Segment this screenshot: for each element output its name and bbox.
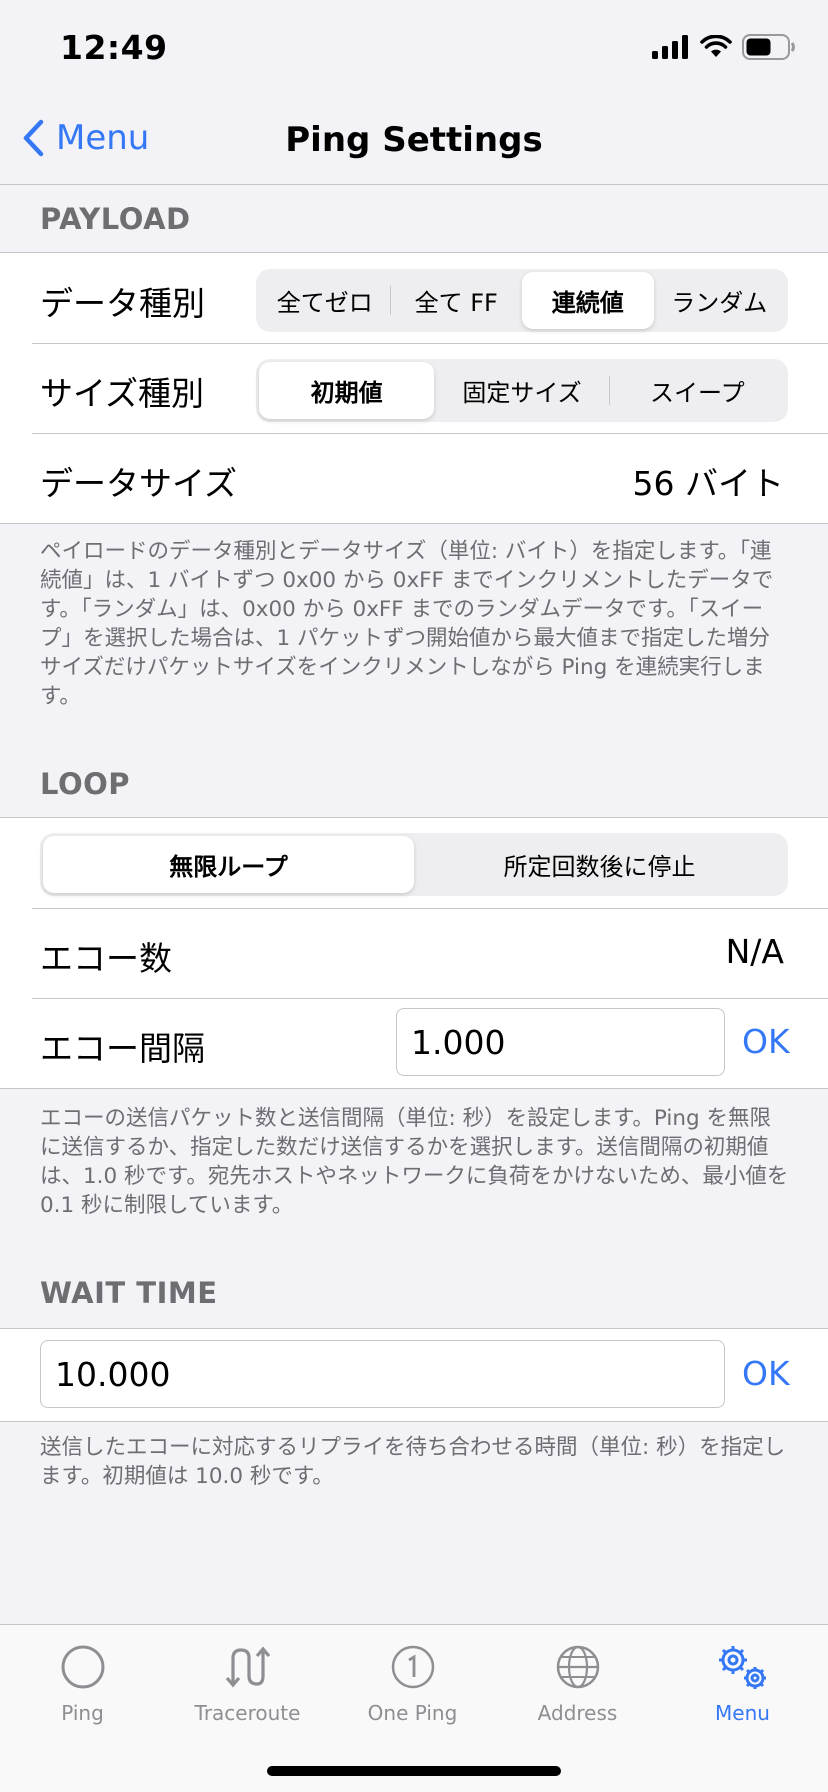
data-size-value: 56 バイト	[632, 464, 784, 503]
wait-time-section-header: WAIT TIME	[40, 1276, 218, 1310]
data-size-label: データサイズ	[40, 464, 238, 503]
tab-address[interactable]: Address	[495, 1641, 660, 1725]
wifi-icon	[700, 35, 732, 57]
size-type-option-default[interactable]: 初期値	[259, 362, 435, 419]
echo-count-row[interactable]: エコー数 N/A	[0, 908, 828, 998]
gears-icon	[718, 1646, 766, 1689]
loop-option-stop-after-count[interactable]: 所定回数後に停止	[414, 836, 785, 893]
echo-interval-row: エコー間隔 1.000 OK	[0, 998, 828, 1088]
status-time: 12:49	[60, 28, 168, 67]
loop-section-header: LOOP	[40, 767, 131, 801]
data-type-option-sequential[interactable]: 連続値	[522, 272, 654, 329]
traceroute-icon	[225, 1646, 270, 1688]
size-type-option-fixed[interactable]: 固定サイズ	[434, 362, 610, 419]
status-icons	[652, 34, 796, 60]
data-type-option-random[interactable]: ランダム	[654, 272, 786, 329]
globe-icon	[556, 1645, 599, 1689]
wait-time-group: 10.000 OK	[0, 1328, 828, 1422]
wait-time-footer-text: 送信したエコーに対応するリプライを待ち合わせる時間（単位: 秒）を指定します。初…	[40, 1435, 786, 1489]
data-type-label: データ種別	[40, 284, 205, 323]
tab-one-ping-label: One Ping	[367, 1701, 458, 1725]
status-bar: 12:49	[0, 0, 828, 100]
echo-interval-label: エコー間隔	[40, 1029, 205, 1068]
size-type-label: サイズ種別	[40, 374, 205, 413]
loop-group: 無限ループ 所定回数後に停止 エコー数 N/A エコー間隔 1.000 OK	[0, 817, 828, 1089]
echo-interval-ok-button[interactable]: OK	[742, 1022, 790, 1061]
tab-ping-label: Ping	[61, 1701, 104, 1725]
wait-time-ok-button[interactable]: OK	[742, 1354, 790, 1393]
echo-interval-input[interactable]: 1.000	[396, 1008, 725, 1076]
data-type-option-all-ff[interactable]: 全て FF	[391, 272, 523, 329]
circle-icon	[61, 1645, 104, 1689]
cellular-signal-icon	[652, 35, 688, 59]
wait-time-input[interactable]: 10.000	[40, 1340, 725, 1408]
navigation-bar: Menu Ping Settings	[0, 100, 828, 185]
payload-group: データ種別 全てゼロ 全て FF 連続値 ランダム サイズ種別 初期値 固定サイ…	[0, 252, 828, 524]
data-size-row[interactable]: データサイズ 56 バイト	[0, 433, 828, 523]
battery-icon	[742, 34, 795, 60]
payload-footer-text: ペイロードのデータ種別とデータサイズ（単位: バイト）を指定します。「連続値」は…	[40, 539, 774, 709]
tab-ping[interactable]: Ping	[0, 1641, 165, 1725]
loop-option-infinite[interactable]: 無限ループ	[43, 836, 414, 893]
one-ping-icon	[391, 1645, 434, 1689]
tab-traceroute[interactable]: Traceroute	[165, 1641, 330, 1725]
tab-menu-label: Menu	[715, 1701, 770, 1725]
size-type-segmented-control[interactable]: 初期値 固定サイズ スイープ	[256, 359, 788, 422]
page-title: Ping Settings	[285, 120, 543, 160]
wait-time-row: 10.000 OK	[0, 1329, 828, 1421]
loop-footer-text: エコーの送信パケット数と送信間隔（単位: 秒）を設定します。Ping を無限に送…	[40, 1106, 789, 1218]
tab-traceroute-label: Traceroute	[194, 1701, 301, 1725]
tab-menu[interactable]: Menu	[660, 1641, 825, 1725]
home-indicator	[267, 1766, 561, 1776]
tab-one-ping[interactable]: One Ping	[330, 1641, 495, 1725]
echo-count-value: N/A	[725, 932, 784, 971]
loop-mode-row: 無限ループ 所定回数後に停止	[0, 818, 828, 908]
data-type-option-all-zero[interactable]: 全てゼロ	[259, 272, 391, 329]
echo-count-label: エコー数	[40, 939, 172, 978]
tab-address-label: Address	[537, 1701, 618, 1725]
data-type-segmented-control[interactable]: 全てゼロ 全て FF 連続値 ランダム	[256, 269, 788, 332]
data-type-row: データ種別 全てゼロ 全て FF 連続値 ランダム	[0, 253, 828, 343]
payload-section-header: PAYLOAD	[40, 202, 191, 236]
size-type-option-sweep[interactable]: スイープ	[610, 362, 785, 419]
loop-mode-segmented-control[interactable]: 無限ループ 所定回数後に停止	[40, 833, 788, 896]
size-type-row: サイズ種別 初期値 固定サイズ スイープ	[0, 343, 828, 433]
